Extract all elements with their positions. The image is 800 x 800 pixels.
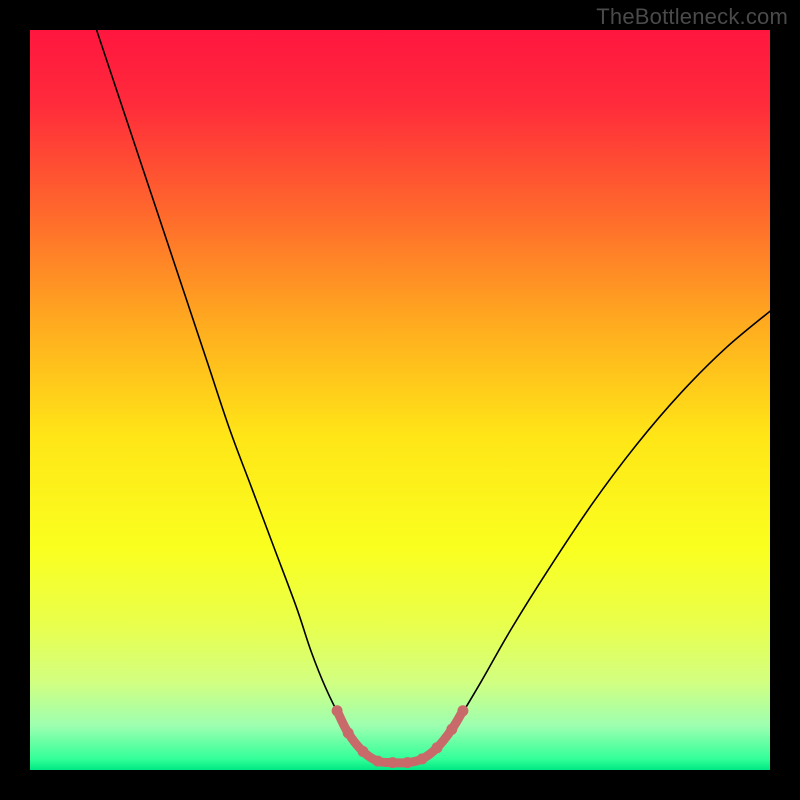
plot-svg <box>30 30 770 770</box>
plot-area <box>30 30 770 770</box>
series-marker <box>387 757 398 768</box>
series-marker <box>343 728 354 739</box>
watermark-text: TheBottleneck.com <box>596 4 788 30</box>
series-marker <box>446 724 457 735</box>
series-marker <box>432 742 443 753</box>
gradient-background <box>30 30 770 770</box>
series-marker <box>358 746 369 757</box>
chart-frame: TheBottleneck.com <box>0 0 800 800</box>
series-marker <box>402 757 413 768</box>
series-marker <box>457 705 468 716</box>
series-marker <box>417 753 428 764</box>
series-marker <box>372 756 383 767</box>
series-marker <box>332 705 343 716</box>
